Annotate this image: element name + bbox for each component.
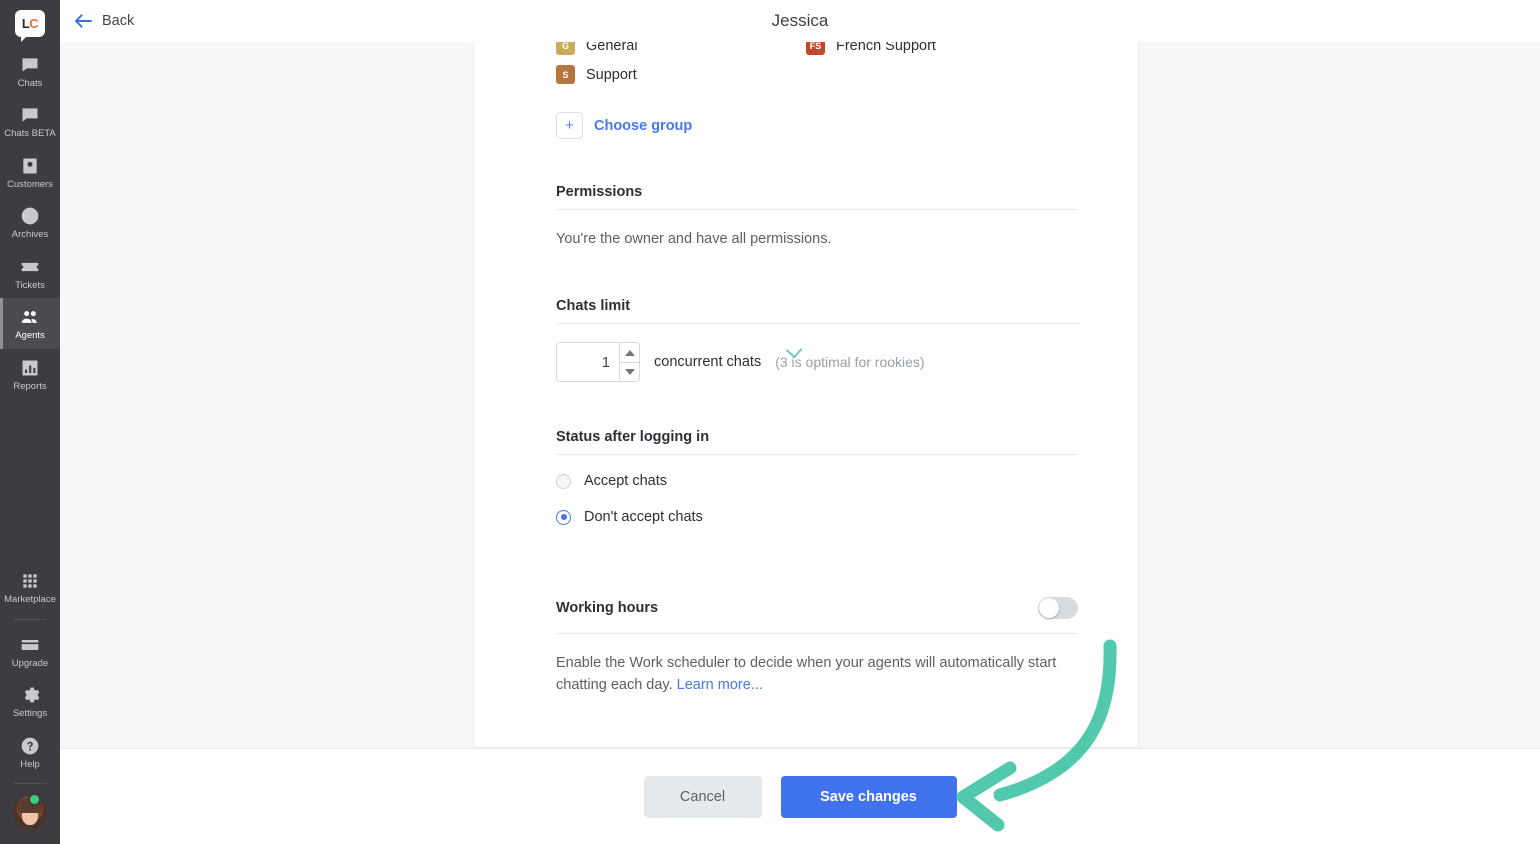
back-label: Back bbox=[102, 13, 135, 29]
group-badge: G bbox=[556, 42, 575, 55]
avatar[interactable] bbox=[13, 790, 47, 844]
status-after-login-section: Status after logging in Accept chats Don… bbox=[556, 429, 1078, 545]
working-hours-toggle[interactable] bbox=[1038, 597, 1078, 619]
learn-more-link[interactable]: Learn more... bbox=[677, 677, 763, 693]
save-changes-button[interactable]: Save changes bbox=[780, 775, 957, 818]
sidebar-item-label: Upgrade bbox=[11, 657, 49, 669]
people-icon bbox=[19, 307, 41, 327]
group-item[interactable]: G General bbox=[556, 42, 806, 55]
chevron-up-icon[interactable] bbox=[620, 343, 639, 362]
group-label: French Support bbox=[836, 42, 936, 54]
toggle-knob bbox=[1039, 598, 1059, 618]
primary-sidebar: LC Chats Chats BETA Customers Archives T… bbox=[0, 0, 60, 844]
section-title: Chats limit bbox=[556, 298, 631, 314]
livechat-logo[interactable]: LC bbox=[15, 0, 45, 46]
gear-icon bbox=[19, 685, 41, 705]
working-hours-description-text: Enable the Work scheduler to decide when… bbox=[556, 655, 1057, 694]
radio-icon-selected bbox=[556, 509, 571, 525]
section-title: Permissions bbox=[556, 184, 643, 200]
sidebar-item-marketplace[interactable]: Marketplace bbox=[0, 562, 60, 612]
choose-group-label: Choose group bbox=[594, 117, 693, 134]
main-area: Back Jessica G General FS French Support bbox=[60, 0, 1540, 844]
sidebar-item-label: Help bbox=[20, 758, 40, 770]
sidebar-item-label: Tickets bbox=[15, 279, 45, 291]
chats-limit-stepper[interactable] bbox=[556, 342, 640, 382]
choose-group-button[interactable]: + Choose group bbox=[556, 112, 692, 139]
sidebar-item-chats-beta[interactable]: Chats BETA bbox=[0, 96, 60, 146]
sidebar-item-upgrade[interactable]: Upgrade bbox=[0, 626, 60, 676]
chats-limit-input[interactable] bbox=[557, 343, 620, 381]
radio-icon bbox=[556, 473, 571, 489]
permissions-section: Permissions You're the owner and have al… bbox=[556, 184, 1078, 250]
group-label: General bbox=[586, 42, 638, 54]
sidebar-item-label: Reports bbox=[13, 380, 47, 392]
sidebar-item-label: Agents bbox=[15, 330, 45, 342]
sidebar-item-label: Archives bbox=[11, 229, 49, 241]
chevron-down-icon[interactable] bbox=[620, 362, 639, 381]
group-label: Support bbox=[586, 66, 637, 83]
sidebar-item-label: Chats BETA bbox=[4, 128, 56, 140]
question-circle-icon bbox=[19, 736, 41, 756]
agent-groups-list: G General FS French Support S Support bbox=[556, 42, 1078, 84]
chats-limit-section: Chats limit 1 concurrent chats (3 is opt… bbox=[556, 298, 1078, 382]
radio-label: Accept chats bbox=[584, 473, 668, 489]
section-title: Status after logging in bbox=[556, 429, 710, 445]
sidebar-item-archives[interactable]: Archives bbox=[0, 197, 60, 247]
working-hours-description: Enable the Work scheduler to decide when… bbox=[556, 652, 1078, 697]
workspace: G General FS French Support S Support + … bbox=[60, 42, 1540, 844]
group-item[interactable]: FS French Support bbox=[806, 42, 1078, 55]
clock-icon bbox=[19, 206, 41, 226]
plus-icon: + bbox=[556, 112, 583, 139]
working-hours-section: Working hours Enable the Work scheduler … bbox=[556, 597, 1078, 697]
id-card-icon bbox=[19, 156, 41, 176]
radio-label: Don't accept chats bbox=[584, 509, 703, 525]
app-root: LC Chats Chats BETA Customers Archives T… bbox=[0, 0, 1540, 844]
ticket-icon bbox=[19, 257, 41, 277]
group-badge: S bbox=[556, 65, 575, 84]
logo-letter-c: C bbox=[29, 15, 39, 31]
status-badge-online bbox=[28, 793, 41, 806]
bar-chart-icon bbox=[19, 358, 41, 378]
sidebar-item-chats[interactable]: Chats bbox=[0, 46, 60, 96]
back-button[interactable]: Back bbox=[74, 13, 134, 29]
chats-limit-hint: (3 is optimal for rookies) bbox=[775, 354, 925, 370]
group-badge: FS bbox=[806, 42, 825, 55]
radio-dont-accept-chats[interactable]: Don't accept chats bbox=[556, 509, 1078, 525]
permissions-text: You're the owner and have all permission… bbox=[556, 231, 832, 247]
sidebar-item-tickets[interactable]: Tickets bbox=[0, 248, 60, 298]
sidebar-item-label: Chats bbox=[17, 78, 43, 89]
chats-limit-unit: concurrent chats bbox=[654, 354, 762, 370]
chat-bubble-icon bbox=[19, 105, 41, 125]
section-title: Working hours bbox=[556, 600, 659, 616]
sidebar-divider bbox=[13, 618, 47, 620]
sidebar-item-settings[interactable]: Settings bbox=[0, 676, 60, 726]
sidebar-item-reports[interactable]: Reports bbox=[0, 349, 60, 399]
sidebar-divider bbox=[13, 783, 47, 784]
chat-bubble-icon bbox=[19, 55, 41, 75]
grid-apps-icon bbox=[19, 571, 41, 591]
page-title: Jessica bbox=[771, 11, 829, 30]
credit-card-icon bbox=[19, 635, 41, 655]
sidebar-item-customers[interactable]: Customers bbox=[0, 147, 60, 197]
sidebar-item-agents[interactable]: Agents bbox=[0, 298, 60, 350]
radio-accept-chats[interactable]: Accept chats bbox=[556, 473, 1078, 489]
group-item[interactable]: S Support bbox=[556, 65, 806, 84]
sidebar-item-help[interactable]: Help bbox=[0, 727, 60, 777]
agent-settings-card: G General FS French Support S Support + … bbox=[473, 42, 1139, 748]
arrow-left-icon bbox=[74, 13, 93, 29]
top-header: Back Jessica bbox=[60, 0, 1540, 42]
cancel-button[interactable]: Cancel bbox=[643, 775, 762, 818]
sidebar-item-label: Customers bbox=[7, 178, 53, 190]
sidebar-item-label: Marketplace bbox=[4, 594, 56, 606]
sidebar-item-label: Settings bbox=[12, 708, 48, 720]
action-footer: Cancel Save changes bbox=[60, 748, 1540, 844]
